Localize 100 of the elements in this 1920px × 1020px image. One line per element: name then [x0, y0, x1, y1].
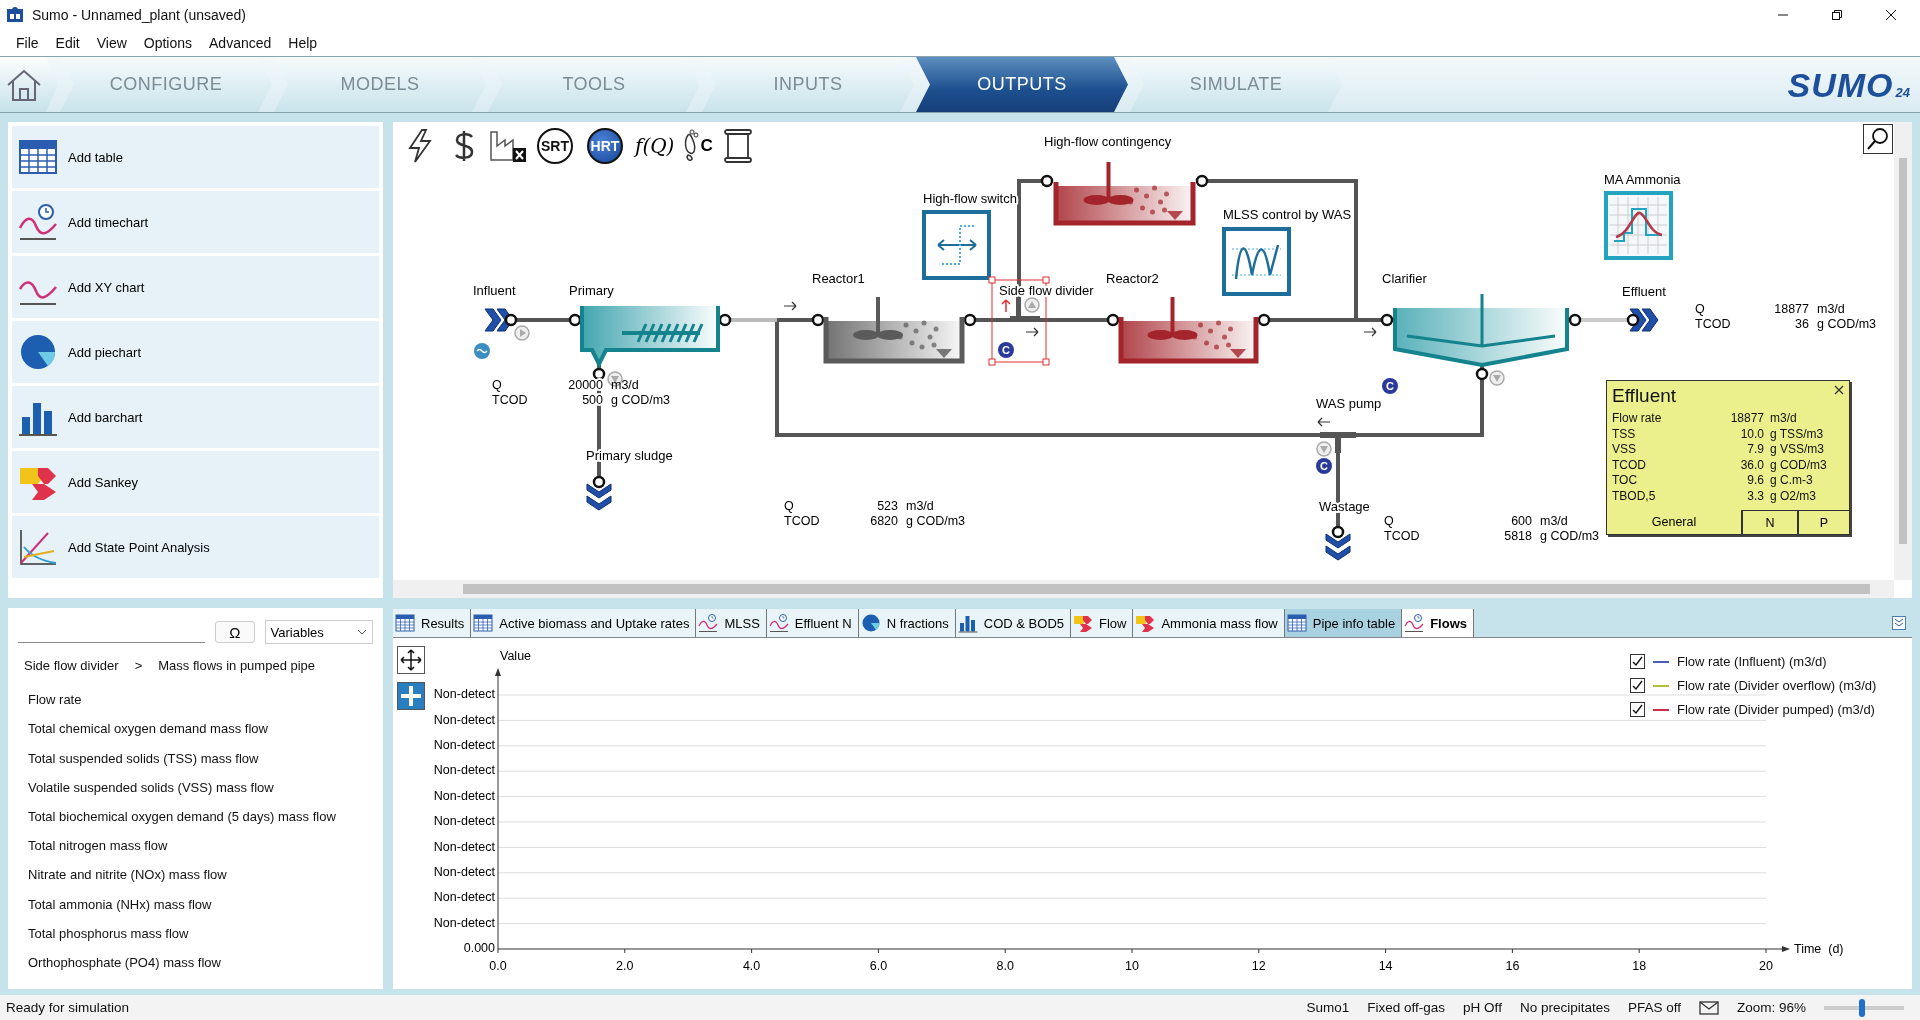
popup-value: 9.6 [1746, 473, 1764, 489]
horizontal-scrollbar[interactable] [393, 580, 1894, 598]
metric-button[interactable]: HRT [587, 128, 623, 164]
controller-icon[interactable] [1222, 227, 1291, 296]
close-icon [1885, 9, 1897, 21]
legend-checkbox[interactable] [1630, 678, 1645, 693]
status-circle-icon [1489, 370, 1505, 386]
axis-title: Value [500, 649, 532, 663]
close-icon[interactable] [1833, 383, 1845, 395]
output-tab[interactable]: Effluent N [766, 609, 859, 637]
reading-unit: m3/d [1540, 514, 1568, 529]
status-message: Ready for simulation [6, 1000, 131, 1015]
add-chart-button[interactable]: Add State Point Analysis [12, 516, 379, 578]
reading-value: 600 [1511, 514, 1532, 529]
axis-tick-label: 2.0 [616, 959, 634, 973]
menu-item[interactable]: Options [141, 33, 202, 53]
popup-tab[interactable]: P [1797, 510, 1849, 534]
popup-value: 36.0 [1739, 457, 1764, 473]
axis-tick-label: Non-detect [433, 839, 495, 854]
variable-item[interactable]: Orthophosphate (PO4) mass flow [18, 947, 373, 978]
breadcrumb-item[interactable]: Side flow divider [24, 658, 119, 673]
up-arrow-icon [1001, 299, 1011, 313]
variable-item[interactable]: Volatile suspended solids (VSS) mass flow [18, 772, 373, 802]
legend-checkbox[interactable] [1630, 654, 1645, 669]
variable-item[interactable]: Total ammonia (NHx) mass flow [18, 889, 373, 919]
output-tab[interactable]: COD & BOD5 [955, 609, 1071, 637]
axis-tick-label: Non-detect [433, 712, 495, 727]
vertical-scrollbar[interactable] [1894, 122, 1912, 580]
move-icon[interactable] [397, 646, 425, 674]
output-tab[interactable]: Flow [1071, 609, 1134, 637]
axis-tick-label: 8.0 [996, 959, 1014, 973]
wave-icon [474, 343, 490, 359]
collapse-icon[interactable] [1892, 615, 1906, 630]
reading-value: 5818 [1504, 529, 1532, 544]
legend-checkbox[interactable] [1630, 702, 1645, 717]
time-chart-icon [768, 613, 789, 633]
pipe-connector-icon [1626, 313, 1640, 327]
unit-label: MLSS control by WAS [1223, 207, 1352, 223]
symbol-button[interactable]: Ω [215, 621, 255, 643]
variable-item[interactable]: Total phosphorus mass flow [18, 918, 373, 948]
output-tab[interactable]: Active biomass and Uptake rates [471, 609, 697, 637]
output-tab[interactable]: Flows [1402, 609, 1474, 637]
popup-tab[interactable]: N [1741, 510, 1797, 534]
split-view-icon[interactable] [397, 682, 425, 710]
output-tab[interactable]: Ammonia mass flow [1133, 609, 1285, 637]
add-chart-button[interactable]: Add table [12, 126, 379, 188]
menu-item[interactable]: Advanced [207, 33, 281, 53]
variable-item[interactable]: Total biochemical oxygen demand (5 days) mass flow [18, 801, 373, 831]
mail-icon[interactable] [1698, 1000, 1719, 1015]
pipe-connector-icon [1331, 525, 1345, 539]
search-icon[interactable] [1863, 124, 1893, 154]
add-chart-button[interactable]: Add barchart [12, 386, 379, 448]
switch-control-icon[interactable] [922, 210, 991, 280]
menu-item[interactable]: Help [286, 33, 327, 53]
output-tab[interactable]: Results [393, 609, 472, 637]
variable-item[interactable]: Total chemical oxygen demand mass flow [18, 714, 373, 744]
restore-icon [1831, 9, 1843, 21]
sankey-icon [1073, 613, 1093, 633]
flow-arrow-icon [1317, 417, 1331, 427]
pump-junction-icon[interactable] [1320, 432, 1356, 453]
add-chart-button[interactable]: Add timechart [12, 191, 379, 253]
menu-item[interactable]: View [94, 33, 136, 53]
profile-chart-icon[interactable] [1604, 191, 1673, 260]
status-item: Fixed off-gas [1367, 1000, 1446, 1015]
metric-button[interactable]: SRT [537, 128, 573, 164]
pipe-connector-icon [1380, 313, 1394, 327]
table-icon [1286, 613, 1307, 633]
sludge-outlet-icon [1325, 533, 1351, 561]
output-tab[interactable]: MLSS [696, 609, 767, 637]
home-button[interactable] [0, 57, 58, 112]
variable-item[interactable]: Total suspended solids (TSS) mass flow [18, 743, 373, 773]
add-chart-button[interactable]: Add Sankey [12, 451, 379, 513]
popup-unit: g VSS/m3 [1770, 442, 1826, 458]
legend-label: Flow rate (Divider pumped) (m3/d) [1677, 702, 1875, 717]
popup-label: TBOD,5 [1612, 488, 1657, 504]
reading-unit: m3/d [906, 499, 934, 514]
reading-value: 523 [877, 499, 898, 514]
menu-item[interactable]: File [14, 33, 48, 53]
filter-dropdown[interactable]: Variables [264, 620, 373, 644]
nav-tab[interactable]: OUTPUTS [916, 57, 1128, 112]
add-chart-button[interactable]: Add XY chart [12, 256, 379, 318]
add-chart-button[interactable]: Add piechart [12, 321, 379, 383]
status-item: pH Off [1463, 1000, 1502, 1015]
reading-label: Q [492, 378, 502, 393]
axis-tick-label: 16 [1505, 959, 1520, 973]
axis-tick-label: 18 [1632, 959, 1647, 973]
popup-unit: g O2/m3 [1770, 488, 1818, 504]
breadcrumb-item[interactable]: Mass flows in pumped pipe [158, 658, 316, 673]
unit-label: Reactor2 [1106, 271, 1159, 287]
pipe-connector-icon [504, 313, 518, 327]
variable-item[interactable]: Nitrate and nitrite (NOx) mass flow [18, 860, 373, 890]
variable-item[interactable]: Flow rate [18, 685, 373, 715]
output-tab[interactable]: Pipe info table [1284, 609, 1403, 637]
function-button[interactable]: f(Q) [633, 126, 677, 166]
axis-tick-label: 10 [1125, 959, 1139, 973]
variable-item[interactable]: Total nitrogen mass flow [18, 831, 373, 861]
output-tab[interactable]: N fractions [858, 609, 956, 637]
popup-label: VSS [1612, 442, 1637, 458]
menu-item[interactable]: Edit [53, 33, 89, 53]
footprint-button[interactable]: C [682, 126, 713, 166]
